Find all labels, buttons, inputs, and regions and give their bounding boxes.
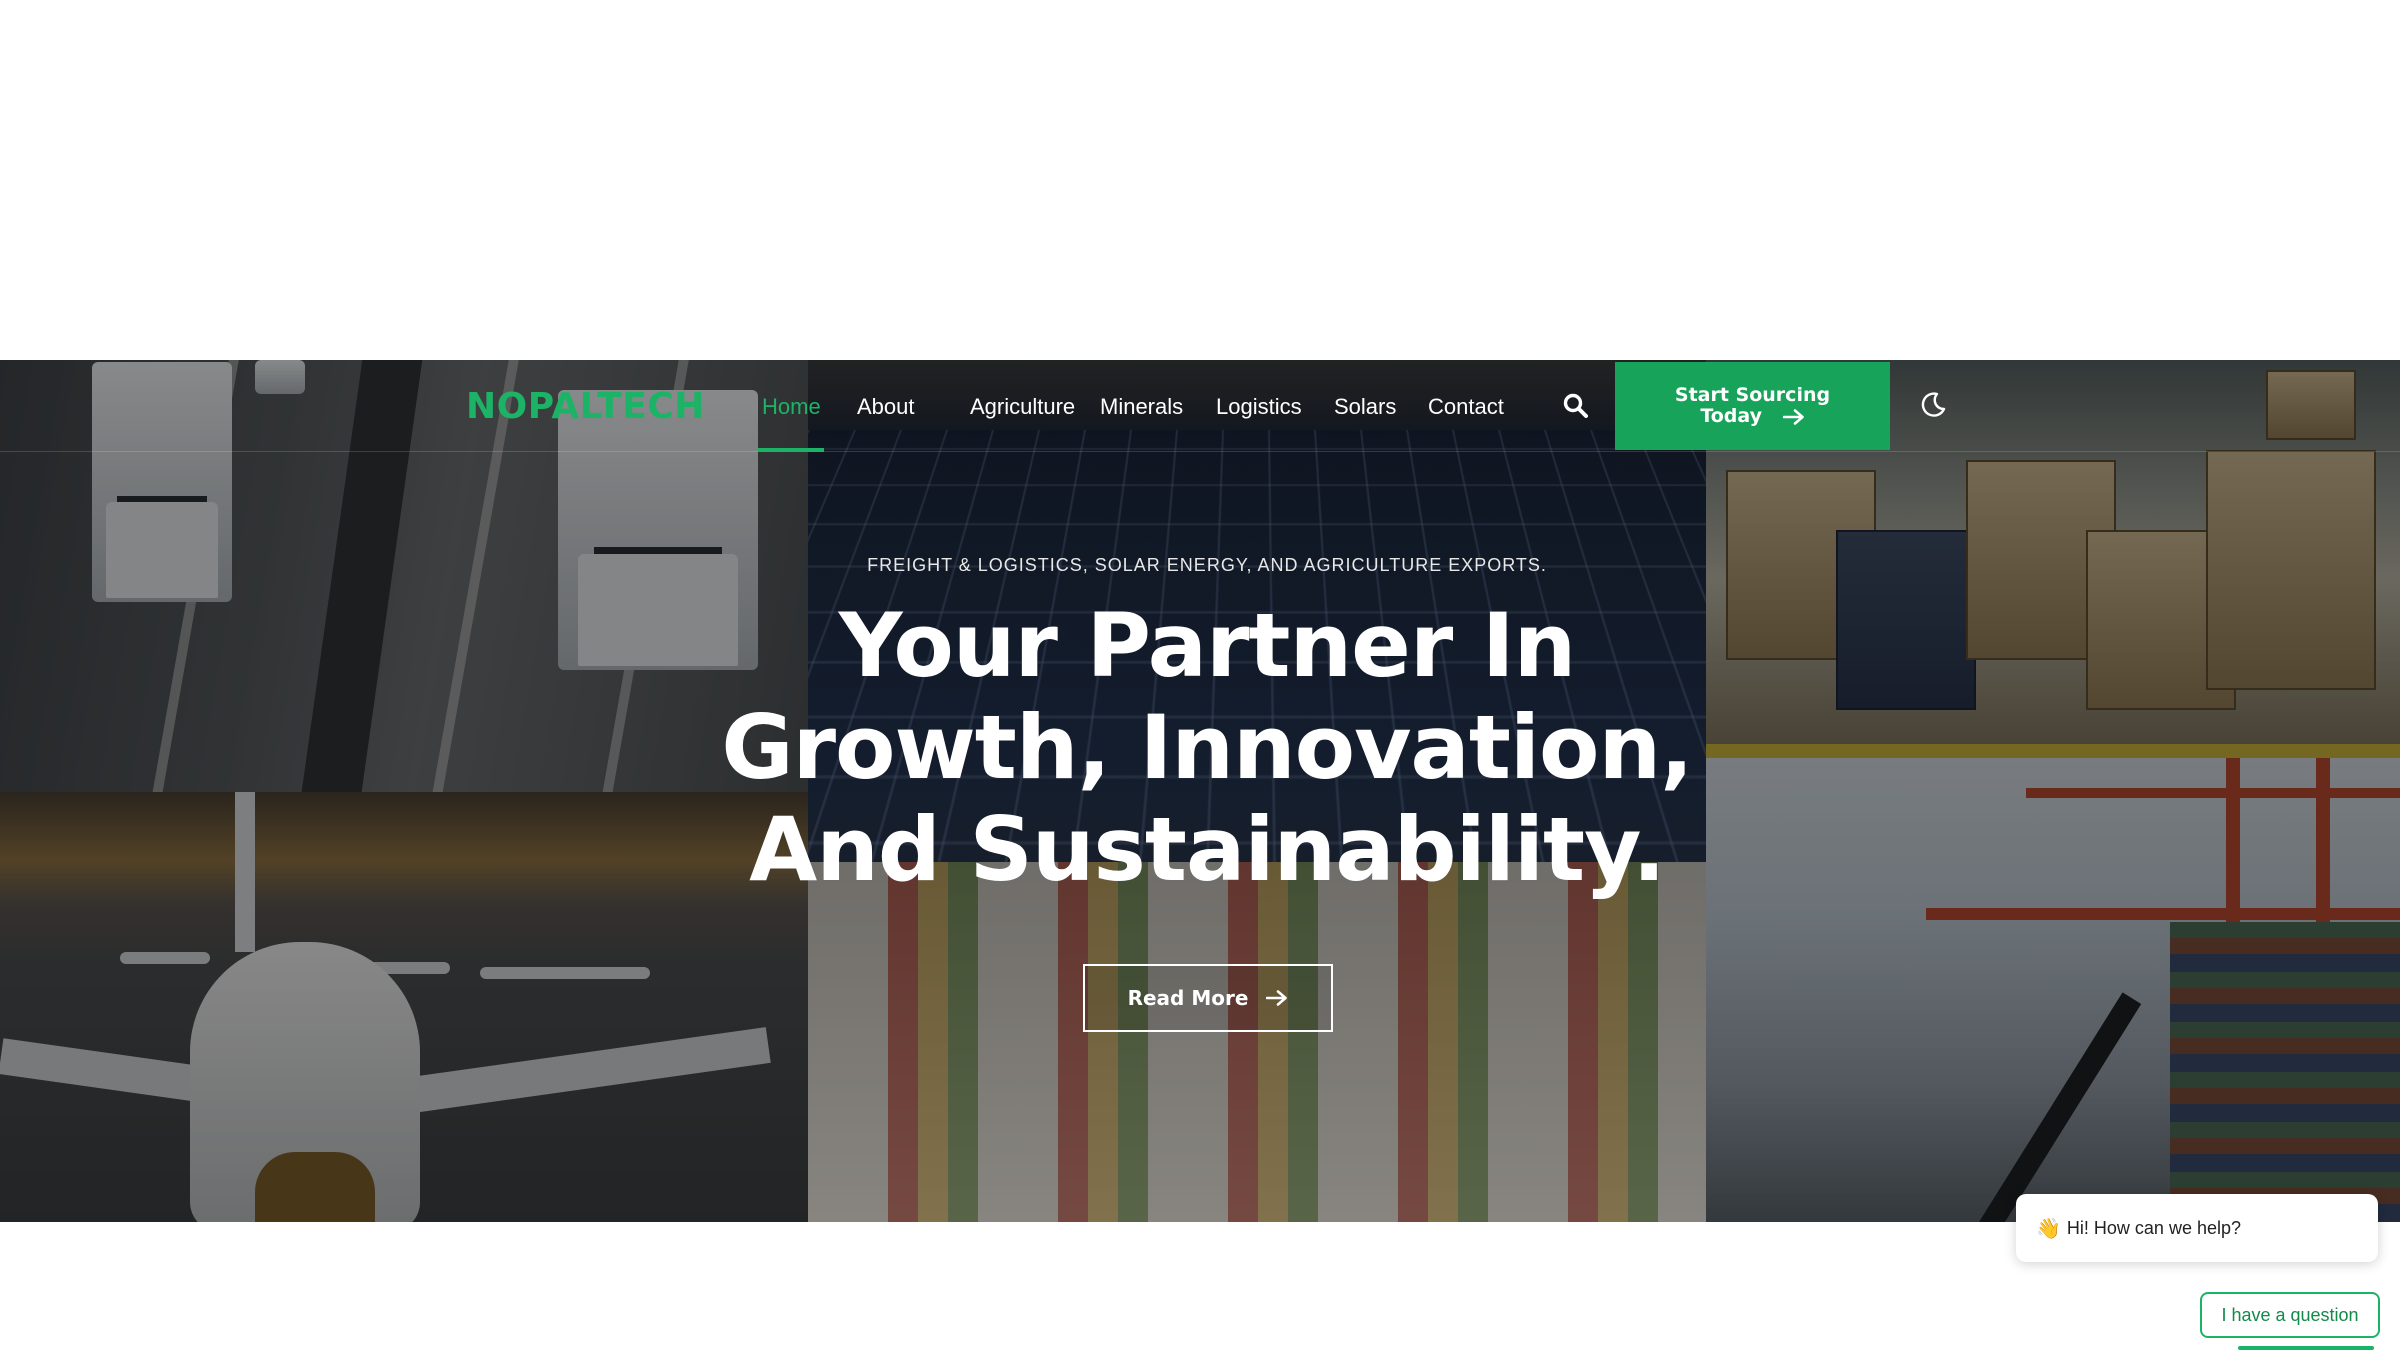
theme-toggle-button[interactable] bbox=[1918, 390, 1948, 420]
headline-line-3: And Sustainability. bbox=[749, 798, 1666, 901]
nav-item-minerals[interactable]: Minerals bbox=[1100, 394, 1183, 420]
nav-item-contact[interactable]: Contact bbox=[1428, 394, 1504, 420]
nav-item-about[interactable]: About bbox=[857, 394, 915, 420]
hero-headline: Your Partner In Growth, Innovation, And … bbox=[0, 595, 2400, 901]
search-button[interactable] bbox=[1562, 392, 1590, 420]
chat-greeting-text: Hi! How can we help? bbox=[2066, 1217, 2241, 1238]
chat-launcher-edge bbox=[2238, 1346, 2374, 1350]
arrow-right-icon bbox=[1266, 990, 1288, 1006]
headline-line-1: Your Partner In bbox=[838, 594, 1577, 697]
nav-item-home[interactable]: Home bbox=[762, 394, 821, 420]
start-sourcing-button[interactable]: Start Sourcing Today bbox=[1615, 362, 1890, 450]
site-header: NOPALTECH Home About Agriculture Mineral… bbox=[0, 360, 2400, 452]
search-icon bbox=[1563, 393, 1588, 418]
read-more-label: Read More bbox=[1127, 986, 1249, 1010]
nav-item-logistics[interactable]: Logistics bbox=[1216, 394, 1302, 420]
nav-item-agriculture[interactable]: Agriculture bbox=[970, 394, 1075, 420]
nav-active-indicator bbox=[758, 448, 824, 452]
cta-label-line2: Today bbox=[1700, 405, 1763, 427]
headline-line-2: Growth, Innovation, bbox=[721, 696, 1693, 799]
cta-label-line1: Start Sourcing bbox=[1674, 384, 1831, 406]
arrow-right-icon bbox=[1782, 408, 1804, 425]
read-more-button[interactable]: Read More bbox=[1083, 964, 1333, 1032]
waving-hand-icon: 👋 bbox=[2036, 1217, 2061, 1240]
nav-item-solars[interactable]: Solars bbox=[1334, 394, 1396, 420]
site-logo[interactable]: NOPALTECH bbox=[466, 386, 705, 427]
hero-eyebrow: FREIGHT & LOGISTICS, SOLAR ENERGY, AND A… bbox=[867, 555, 1547, 575]
chat-greeting-bubble[interactable]: 👋 Hi! How can we help? bbox=[2016, 1194, 2378, 1262]
page: NOPALTECH Home About Agriculture Mineral… bbox=[0, 0, 2400, 1350]
moon-icon bbox=[1921, 392, 1946, 417]
have-question-button[interactable]: I have a question bbox=[2200, 1292, 2380, 1338]
